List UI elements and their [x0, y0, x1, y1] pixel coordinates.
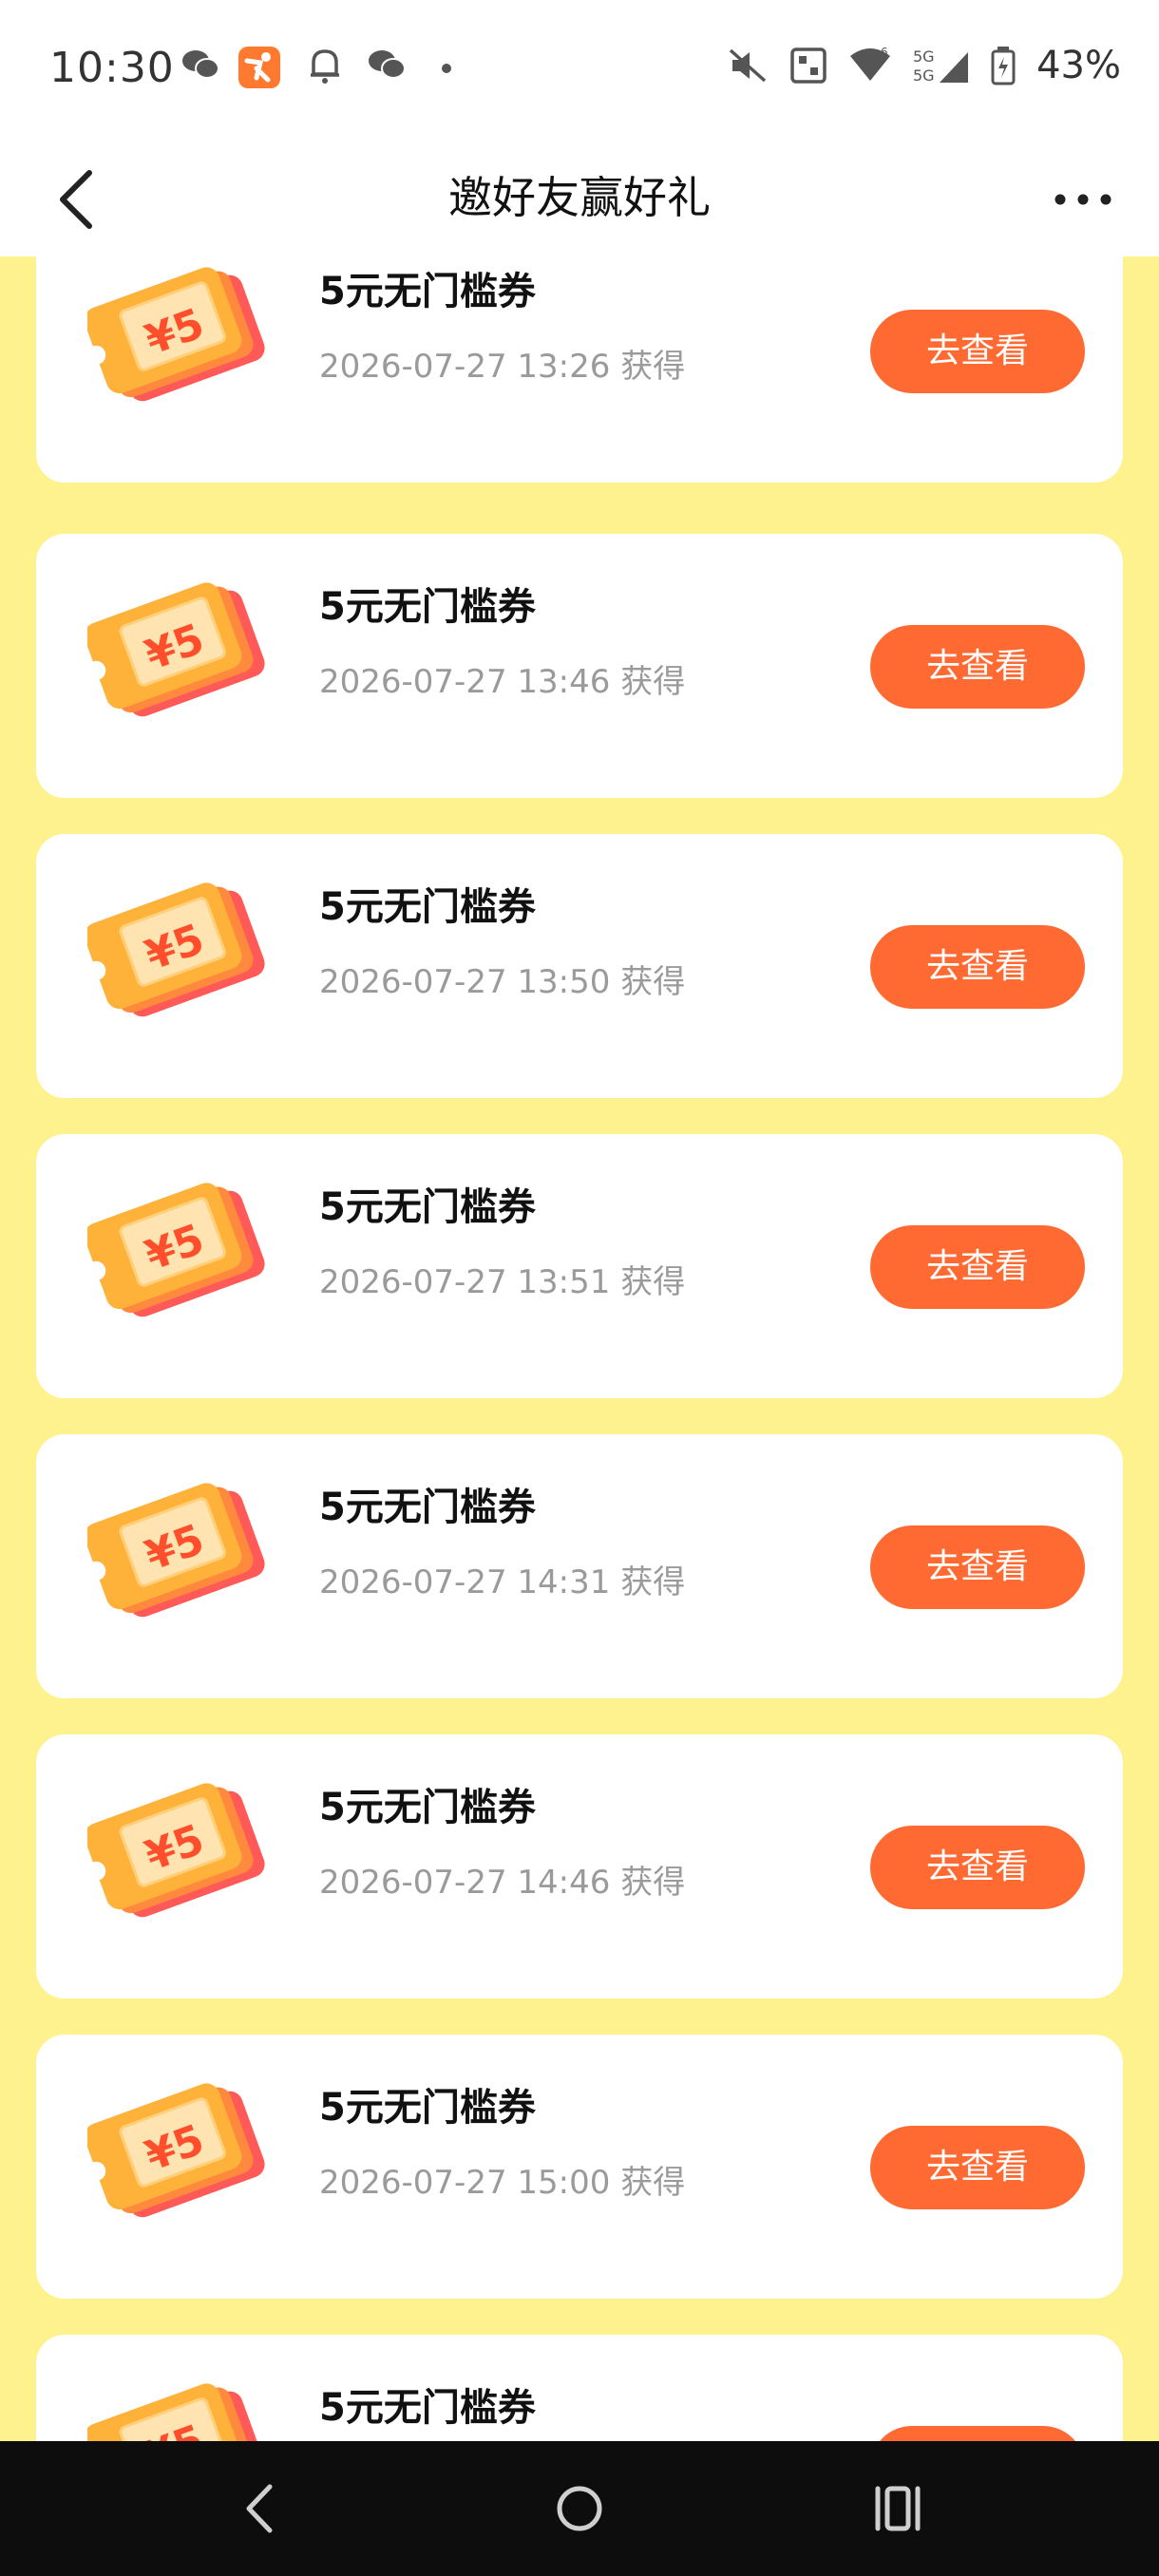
coupon-title: 5元无门槛券 [319, 270, 536, 313]
coupon-ticket-icon: ¥5 [87, 1483, 265, 1618]
coupon-time: 2026-07-27 15:00 获得 [319, 2164, 686, 2202]
coupon-title: 5元无门槛券 [319, 2386, 536, 2430]
coupon-card: ¥5 5元无门槛券 2026-07-27 13:46 获得 去查看 [36, 534, 1123, 798]
nav-recents-icon[interactable] [864, 2475, 931, 2542]
svg-text:5G: 5G [913, 47, 935, 66]
coupon-time: 2026-07-27 14:31 获得 [319, 1563, 686, 1601]
coupon-title: 5元无门槛券 [319, 885, 536, 929]
coupon-time: 2026-07-27 13:51 获得 [319, 1263, 686, 1301]
coupon-ticket-icon: ¥5 [87, 582, 265, 717]
more-options-button[interactable] [1045, 161, 1121, 237]
coupon-ticket-icon: ¥5 [87, 1183, 265, 1317]
wechat-icon [369, 50, 406, 79]
svg-text:6: 6 [881, 47, 888, 59]
bell-icon [311, 49, 339, 84]
coupon-title: 5元无门槛券 [319, 1786, 536, 1829]
coupon-title: 5元无门槛券 [319, 2086, 536, 2130]
view-coupon-button[interactable]: 去查看 [870, 625, 1085, 709]
page-title: 邀好友赢好礼 [448, 172, 711, 223]
coupon-card: ¥5 5元无门槛券 2026-07-27 15:00 获得 去查看 [36, 2035, 1123, 2299]
coupon-title: 5元无门槛券 [319, 1185, 536, 1229]
wechat-icon [182, 50, 219, 79]
coupon-time: 2026-07-27 13:46 获得 [319, 663, 686, 701]
coupon-card: ¥5 5元无门槛券 2026-07-27 13:51 获得 去查看 [36, 1134, 1123, 1398]
view-coupon-button[interactable]: 去查看 [870, 1225, 1085, 1309]
coupon-list: ¥5 5元无门槛券 2026-07-27 13:26 获得 去查看 ¥5 5元无… [0, 256, 1159, 2441]
coupon-card: ¥5 5元无门槛券 2026-07-27 14:46 获得 去查看 [36, 1734, 1123, 1998]
coupon-ticket-icon: ¥5 [87, 267, 265, 402]
view-coupon-button[interactable]: 去查看 [870, 925, 1085, 1009]
coupon-time: 2026-07-27 13:26 获得 [319, 348, 686, 386]
coupon-title: 5元无门槛券 [319, 585, 536, 629]
coupon-card: ¥5 5元无门槛券 [36, 2335, 1123, 2441]
coupon-ticket-icon: ¥5 [87, 1783, 265, 1918]
mute-icon [729, 48, 767, 83]
view-coupon-button[interactable]: 去查看 [870, 1525, 1085, 1609]
view-coupon-button[interactable]: 去查看 [870, 1826, 1085, 1909]
coupon-time: 2026-07-27 13:50 获得 [319, 963, 686, 1001]
coupon-time: 2026-07-27 14:46 获得 [319, 1864, 686, 1902]
nav-home-icon[interactable] [546, 2475, 613, 2542]
coupon-card: ¥5 5元无门槛券 2026-07-27 13:26 获得 去查看 [36, 256, 1123, 483]
coupon-ticket-icon: ¥5 [87, 882, 265, 1017]
battery-icon [991, 47, 1016, 85]
view-coupon-button[interactable]: 去查看 [870, 310, 1085, 393]
nav-back-icon[interactable] [228, 2475, 294, 2542]
page-header: 邀好友赢好礼 [0, 142, 1159, 256]
system-navigation-bar [0, 2441, 1159, 2576]
status-right: 6 5G 5G 43% [727, 44, 1121, 87]
view-coupon-button[interactable]: 去查看 [870, 2126, 1085, 2209]
coupon-card: ¥5 5元无门槛券 2026-07-27 13:50 获得 去查看 [36, 834, 1123, 1098]
coupon-card: ¥5 5元无门槛券 2026-07-27 14:31 获得 去查看 [36, 1434, 1123, 1698]
status-time: 10:30 [49, 44, 175, 92]
view-coupon-button[interactable] [870, 2426, 1085, 2441]
svg-text:5G: 5G [913, 66, 935, 85]
status-bar: 10:30 6 5G 5G 43% [0, 0, 1159, 142]
signal-icon: 5G 5G [913, 47, 969, 85]
battery-percent: 43% [1036, 44, 1121, 87]
coupon-title: 5元无门槛券 [319, 1486, 536, 1529]
more-notifications-dot-icon [442, 64, 451, 73]
wifi-icon: 6 [850, 47, 891, 81]
nfc-icon [790, 47, 826, 84]
coupon-ticket-icon: ¥5 [87, 2083, 265, 2218]
coupon-ticket-icon: ¥5 [87, 2383, 265, 2441]
app-notification-icon [238, 47, 280, 88]
